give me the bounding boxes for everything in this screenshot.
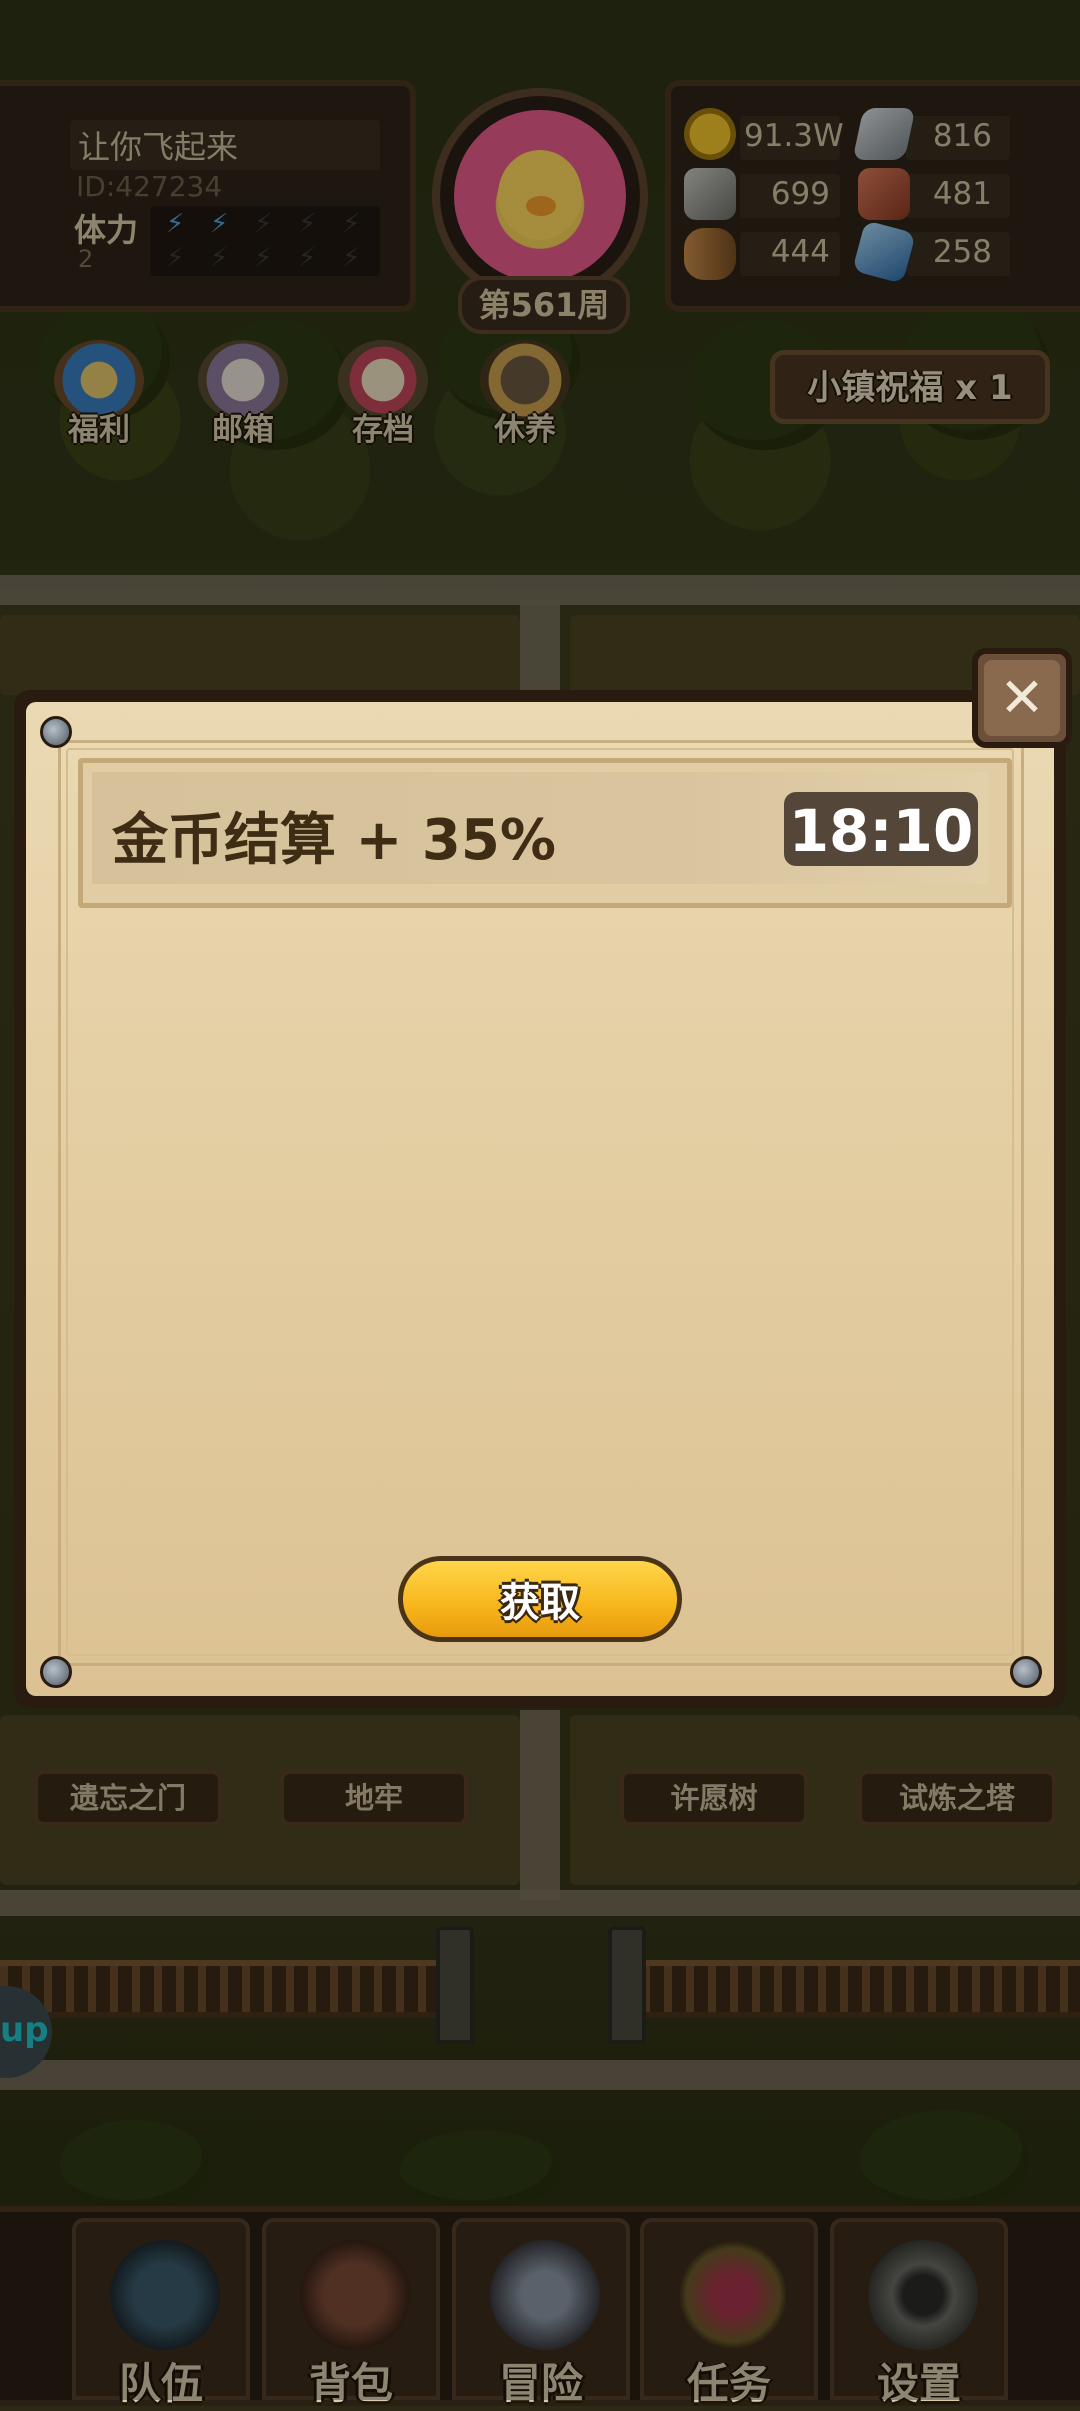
gate-post: [608, 1926, 646, 2044]
resource-wood-value: 444: [770, 234, 830, 270]
quick-menu-welfare[interactable]: 福利: [44, 340, 154, 450]
gate-post: [436, 1926, 474, 2044]
building-label-dungeon[interactable]: 地牢: [280, 1770, 468, 1826]
stamina-bolt-icon: ⚡: [254, 209, 273, 239]
gear-icon: [868, 2240, 978, 2350]
nav-tab-label: 队伍: [118, 2359, 203, 2408]
gold-settlement-bonus: 金币结算 + 35%: [112, 808, 556, 873]
quick-menu-label: 存档: [352, 412, 414, 448]
building-label-forgotten-gate[interactable]: 遗忘之门: [34, 1770, 222, 1826]
resource-gold-value: 91.3W: [744, 118, 844, 154]
stamina-bolt-icon: ⚡: [342, 209, 361, 239]
claim-button-label: 获取: [500, 1580, 580, 1626]
backpack-icon: [300, 2240, 410, 2350]
tree: [400, 2130, 560, 2210]
road: [0, 1890, 1080, 1916]
resource-iron-value: 816: [932, 118, 992, 154]
stamina-bolt-icon: ⚡: [210, 243, 229, 273]
quick-menu-label: 休养: [494, 412, 556, 448]
stone-ore-icon: [684, 168, 736, 220]
avatar-character-beak: [526, 196, 556, 216]
stamina-bolt-icon: ⚡: [166, 243, 185, 273]
rivet: [40, 1656, 72, 1688]
player-name: 让你飞起来: [78, 128, 239, 166]
stamina-bolt-icon: ⚡: [254, 243, 273, 273]
road: [520, 1710, 560, 1900]
resource-crystal-value: 258: [932, 234, 992, 270]
crossed-swords-icon: [490, 2240, 600, 2350]
stamina-bolt-icon: ⚡: [210, 209, 229, 239]
player-id: ID:427234: [76, 170, 223, 203]
quick-menu-mailbox[interactable]: 邮箱: [188, 340, 298, 450]
town-blessing-text: 小镇祝福 x 1: [807, 368, 1013, 408]
nav-tab-settings[interactable]: 设置: [830, 2218, 1008, 2408]
fence: [620, 1960, 1080, 2018]
resource-cloth-value: 481: [932, 176, 992, 212]
building-label-wishing-tree[interactable]: 许愿树: [620, 1770, 808, 1826]
quick-menu-label: 邮箱: [212, 412, 274, 448]
quick-menu-label: 福利: [68, 412, 130, 448]
nav-tab-team[interactable]: 队伍: [72, 2218, 250, 2408]
quick-menu-save[interactable]: 存档: [328, 340, 438, 450]
tree: [60, 2120, 210, 2210]
road: [0, 2060, 1080, 2090]
gold-coin-icon: [684, 108, 736, 160]
nav-tab-label: 任务: [686, 2359, 771, 2408]
stamina-bolt-icon: ⚡: [298, 243, 317, 273]
road: [520, 600, 560, 700]
stamina-bolt-icon: ⚡: [298, 209, 317, 239]
stamina-value: 2: [78, 245, 94, 273]
avatar-character-face: [498, 150, 582, 240]
rivet: [40, 716, 72, 748]
rivet: [1010, 1656, 1042, 1688]
helmet-icon: [110, 2240, 220, 2350]
building-label-trial-tower[interactable]: 试炼之塔: [858, 1770, 1056, 1826]
resource-stone-value: 699: [770, 176, 830, 212]
stamina-bolt-icon: ⚡: [342, 243, 361, 273]
fence: [0, 1960, 460, 2018]
red-cloth-icon: [858, 168, 910, 220]
nav-tab-label: 冒险: [498, 2359, 583, 2408]
stamina-bar: ⚡ ⚡ ⚡ ⚡ ⚡ ⚡ ⚡ ⚡ ⚡ ⚡: [150, 206, 380, 276]
quick-menu-rest[interactable]: 休养: [470, 340, 580, 450]
nav-tab-label: 背包: [308, 2359, 393, 2408]
nav-tab-quest[interactable]: 任务: [640, 2218, 818, 2408]
nav-tab-label: 设置: [876, 2359, 961, 2408]
field: [0, 615, 520, 695]
close-x-icon: ✕: [999, 666, 1045, 729]
nav-tab-backpack[interactable]: 背包: [262, 2218, 440, 2408]
side-button-text: up: [0, 2010, 49, 2050]
wood-log-icon: [684, 228, 736, 280]
tree: [860, 2110, 1030, 2210]
nav-tab-adventure[interactable]: 冒险: [452, 2218, 630, 2408]
stamina-bolt-icon: ⚡: [166, 209, 185, 239]
quest-icon: [678, 2240, 788, 2350]
bonus-timer: 18:10: [788, 797, 974, 865]
week-counter: 第561周: [478, 286, 610, 324]
